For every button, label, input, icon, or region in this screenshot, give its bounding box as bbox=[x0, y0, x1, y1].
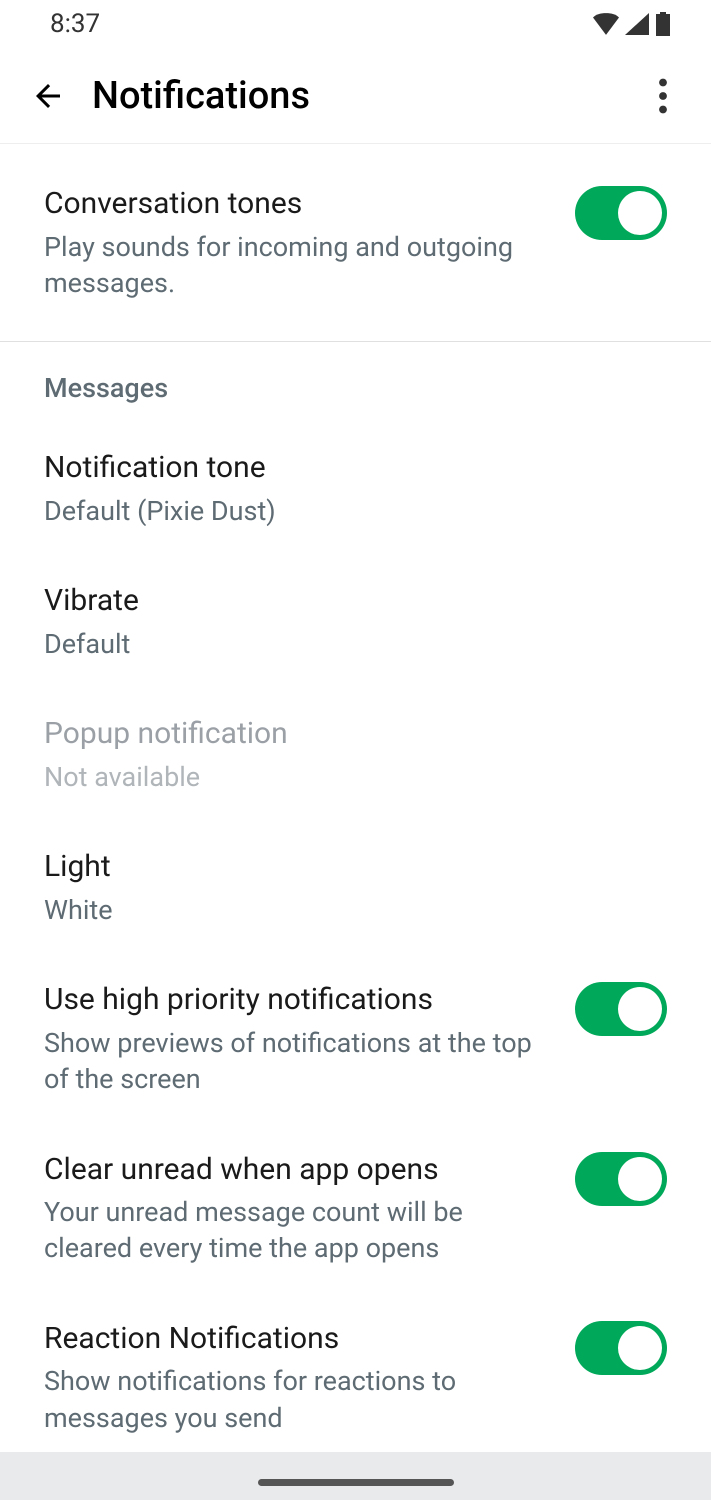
more-vert-icon bbox=[658, 78, 668, 114]
setting-text: Reaction Notifications Show notification… bbox=[44, 1319, 575, 1436]
setting-title: Clear unread when app opens bbox=[44, 1150, 555, 1191]
nav-handle[interactable] bbox=[258, 1479, 454, 1486]
back-button[interactable] bbox=[24, 72, 72, 120]
light-row[interactable]: Light White bbox=[0, 821, 711, 954]
setting-subtitle: Show notifications for reactions to mess… bbox=[44, 1363, 555, 1436]
setting-title: Light bbox=[44, 847, 647, 888]
page-title: Notifications bbox=[92, 74, 639, 118]
setting-subtitle: Default bbox=[44, 626, 647, 662]
setting-text: Popup notification Not available bbox=[44, 714, 667, 795]
vibrate-row[interactable]: Vibrate Default bbox=[0, 555, 711, 688]
status-time: 8:37 bbox=[50, 9, 100, 39]
setting-title: Notification tone bbox=[44, 448, 647, 489]
setting-title: Vibrate bbox=[44, 581, 647, 622]
toggle-knob bbox=[618, 1157, 662, 1201]
status-icons bbox=[593, 12, 671, 36]
setting-text: Vibrate Default bbox=[44, 581, 667, 662]
reaction-toggle[interactable] bbox=[575, 1321, 667, 1375]
conversation-tones-row[interactable]: Conversation tones Play sounds for incom… bbox=[0, 144, 711, 341]
high-priority-row[interactable]: Use high priority notifications Show pre… bbox=[0, 954, 711, 1123]
setting-title: Use high priority notifications bbox=[44, 980, 555, 1021]
setting-text: Light White bbox=[44, 847, 667, 928]
bottom-bar-area bbox=[0, 1452, 711, 1500]
setting-subtitle: White bbox=[44, 892, 647, 928]
setting-text: Notification tone Default (Pixie Dust) bbox=[44, 448, 667, 529]
setting-subtitle: Your unread message count will be cleare… bbox=[44, 1194, 555, 1267]
setting-title: Conversation tones bbox=[44, 184, 555, 225]
section-header-messages: Messages bbox=[0, 342, 711, 422]
notification-tone-row[interactable]: Notification tone Default (Pixie Dust) bbox=[0, 422, 711, 555]
clear-unread-row[interactable]: Clear unread when app opens Your unread … bbox=[0, 1124, 711, 1293]
setting-title: Popup notification bbox=[44, 714, 647, 755]
app-bar: Notifications bbox=[0, 48, 711, 144]
toggle-knob bbox=[618, 191, 662, 235]
setting-subtitle: Show previews of notifications at the to… bbox=[44, 1025, 555, 1098]
setting-title: Reaction Notifications bbox=[44, 1319, 555, 1360]
wifi-icon bbox=[593, 13, 619, 35]
status-bar: 8:37 bbox=[0, 0, 711, 48]
toggle-knob bbox=[618, 1326, 662, 1370]
high-priority-toggle[interactable] bbox=[575, 982, 667, 1036]
clear-unread-toggle[interactable] bbox=[575, 1152, 667, 1206]
arrow-back-icon bbox=[30, 78, 66, 114]
cell-signal-icon bbox=[625, 13, 649, 35]
setting-subtitle: Not available bbox=[44, 759, 647, 795]
conversation-tones-toggle[interactable] bbox=[575, 186, 667, 240]
toggle-knob bbox=[618, 987, 662, 1031]
setting-subtitle: Default (Pixie Dust) bbox=[44, 493, 647, 529]
more-menu-button[interactable] bbox=[639, 72, 687, 120]
setting-subtitle: Play sounds for incoming and outgoing me… bbox=[44, 229, 555, 302]
setting-text: Conversation tones Play sounds for incom… bbox=[44, 184, 575, 301]
setting-text: Clear unread when app opens Your unread … bbox=[44, 1150, 575, 1267]
reaction-notifications-row[interactable]: Reaction Notifications Show notification… bbox=[0, 1293, 711, 1462]
popup-notification-row: Popup notification Not available bbox=[0, 688, 711, 821]
battery-icon bbox=[655, 12, 671, 36]
setting-text: Use high priority notifications Show pre… bbox=[44, 980, 575, 1097]
